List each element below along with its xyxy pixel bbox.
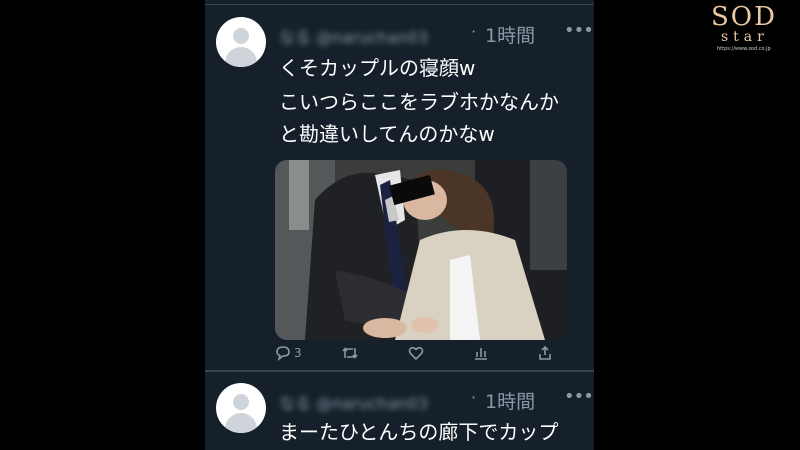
more-options-icon[interactable]: •••: [564, 386, 594, 407]
sod-star-watermark: SOD star https://www.sod.co.jp: [705, 2, 797, 54]
more-options-icon[interactable]: •••: [564, 20, 594, 41]
separator-dot: ·: [471, 22, 477, 41]
timestamp[interactable]: 1時間: [485, 21, 535, 48]
tweet[interactable]: なる @naruchan03 · 1時間 ••• くそカップルの寝顔w こいつら…: [205, 0, 594, 370]
separator-dot: ·: [471, 388, 477, 407]
tweet-text-line: こいつらここをラブホかなんか: [279, 90, 559, 114]
tweet-actions: 3: [275, 345, 575, 367]
reply-button[interactable]: 3: [275, 345, 302, 361]
watermark-sub: star: [721, 29, 769, 45]
avatar[interactable]: [216, 17, 266, 67]
like-icon: [408, 346, 424, 361]
watermark-logo: SOD: [711, 2, 777, 32]
reply-icon: [276, 346, 290, 361]
like-button[interactable]: [408, 345, 424, 361]
photo-image: [275, 160, 567, 340]
share-icon: [539, 345, 551, 360]
tweet-text-line: と勘違いしてんのかなw: [279, 122, 495, 146]
tweet-photo[interactable]: [275, 160, 567, 340]
tweet[interactable]: なる @naruchan03 · 1時間 ••• まーたひとんちの廊下でカップ: [205, 372, 594, 450]
stats-button[interactable]: [473, 345, 489, 361]
retweet-button[interactable]: [341, 345, 359, 361]
tweet-text-line: まーたひとんちの廊下でカップ: [279, 420, 559, 444]
avatar-placeholder-icon: [233, 394, 249, 410]
avatar[interactable]: [216, 383, 266, 433]
twitter-timeline: なる @naruchan03 · 1時間 ••• くそカップルの寝顔w こいつら…: [205, 0, 594, 450]
share-button[interactable]: [537, 345, 553, 361]
username-blurred[interactable]: なる @naruchan03: [279, 390, 439, 413]
retweet-icon: [342, 347, 358, 359]
reply-count: 3: [294, 346, 302, 360]
tweet-text-line: くそカップルの寝顔w: [279, 56, 476, 80]
username-blurred[interactable]: なる @naruchan03: [279, 24, 439, 47]
watermark-url: https://www.sod.co.jp: [717, 46, 771, 52]
avatar-placeholder-icon: [233, 28, 249, 44]
timestamp[interactable]: 1時間: [485, 387, 535, 414]
stats-icon: [475, 348, 487, 360]
